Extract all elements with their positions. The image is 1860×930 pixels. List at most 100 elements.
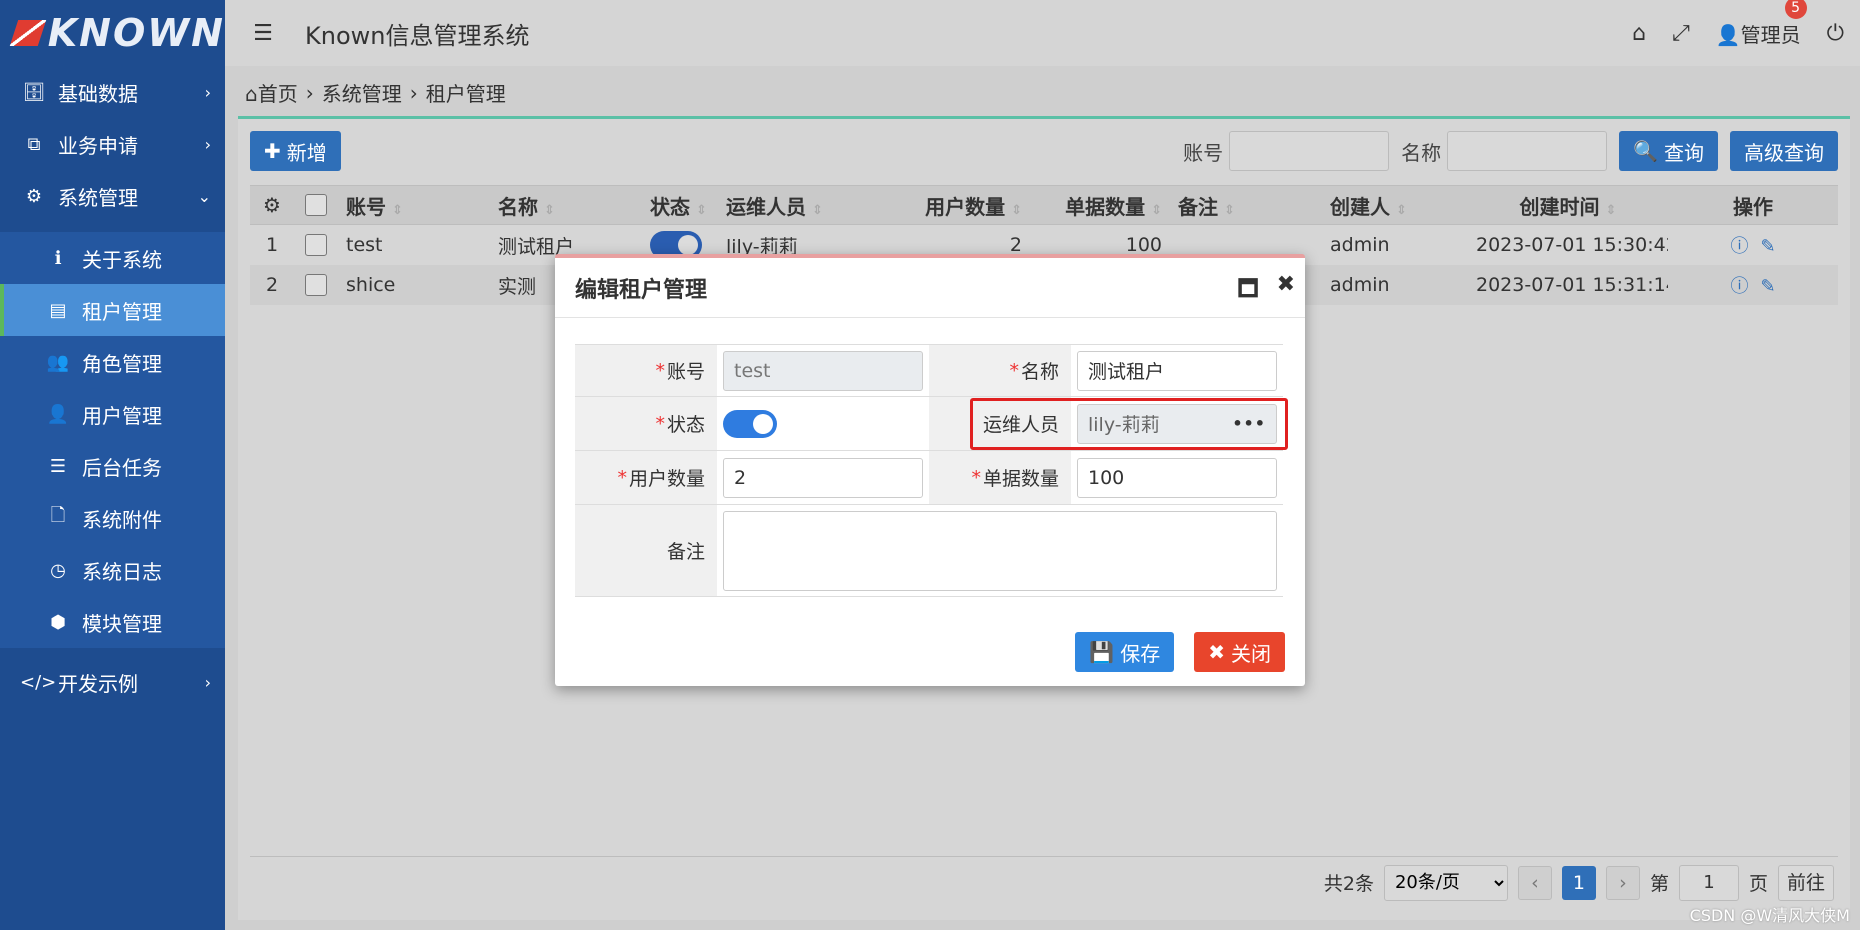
column-settings-icon[interactable]: ⚙ xyxy=(250,193,294,217)
chevron-down-icon: ⌄ xyxy=(197,186,211,206)
header-users[interactable]: 用户数量 ⇕ xyxy=(890,191,1030,220)
note-textarea[interactable] xyxy=(723,510,1277,591)
power-icon[interactable]: ⏻ xyxy=(1827,21,1844,46)
status-field-label: * 状态 xyxy=(575,397,717,450)
account-field-label: * 账号 xyxy=(575,345,717,396)
chevron-right-icon: › xyxy=(204,82,211,102)
header-label: 名称 xyxy=(498,194,538,219)
row-checkbox[interactable] xyxy=(305,274,327,296)
header-label: 账号 xyxy=(346,194,386,219)
dialog-tools: 🗖 ✖ xyxy=(1238,272,1295,310)
code-icon: </> xyxy=(20,671,57,693)
header-note[interactable]: 备注 ⇕ xyxy=(1170,191,1322,220)
sidebar-item-label: 系统管理 xyxy=(58,185,138,210)
user-icon: 👤 xyxy=(46,403,70,425)
sidebar-item-files[interactable]: 🗋 系统附件 xyxy=(0,492,225,544)
row-checkbox[interactable] xyxy=(305,234,327,256)
save-button[interactable]: 💾 保存 xyxy=(1075,632,1175,672)
add-button[interactable]: ✚ 新增 xyxy=(250,131,341,171)
current-page-button[interactable]: 1 xyxy=(1561,865,1596,900)
sidebar-item-dev-examples[interactable]: </> 开发示例 › xyxy=(0,656,225,708)
sidebar-item-users[interactable]: 👤 用户管理 xyxy=(0,388,225,440)
sidebar-item-about[interactable]: ℹ 关于系统 xyxy=(0,232,225,284)
header-name[interactable]: 名称 ⇕ xyxy=(490,191,642,220)
page-size-select[interactable]: 20条/页 xyxy=(1383,864,1508,901)
goto-button[interactable]: 前往 xyxy=(1777,864,1834,901)
fullscreen-icon[interactable]: ⤢ xyxy=(1672,21,1690,46)
name-field[interactable]: 测试租户 xyxy=(1077,350,1277,391)
label-text: 名称 xyxy=(1020,361,1059,383)
sidebar-item-roles[interactable]: 👥 角色管理 xyxy=(0,336,225,388)
info-icon[interactable]: ⓘ xyxy=(1730,236,1748,257)
home-icon: ⌂ xyxy=(245,82,258,106)
header-status[interactable]: 状态 ⇕ xyxy=(642,191,718,220)
sitemap-icon: ⧉ xyxy=(27,133,41,155)
page-number-input[interactable]: 1 xyxy=(1678,864,1739,901)
sidebar-item-system[interactable]: ⚙ 系统管理 ⌄ xyxy=(0,170,225,222)
name-input[interactable] xyxy=(1447,131,1608,171)
cubes-icon: ⬢ xyxy=(50,611,66,633)
cell-users: 2 xyxy=(1009,234,1022,256)
bills-field[interactable]: 100 xyxy=(1077,457,1277,498)
breadcrumb-section[interactable]: 系统管理 xyxy=(322,78,402,107)
header-creator[interactable]: 创建人 ⇕ xyxy=(1322,191,1468,220)
header-ops[interactable]: 运维人员 ⇕ xyxy=(718,191,890,220)
user-icon: 👤 xyxy=(1715,22,1741,47)
edit-icon[interactable]: ✎ xyxy=(1760,236,1775,257)
sidebar-item-label: 用户管理 xyxy=(82,403,162,428)
account-field-cell: test xyxy=(717,345,929,396)
sort-icon: ⇕ xyxy=(1396,202,1407,218)
home-icon[interactable]: ⌂ xyxy=(1632,21,1646,46)
advanced-query-button[interactable]: 高级查询 xyxy=(1730,131,1838,171)
sidebar-item-logs[interactable]: ◷ 系统日志 xyxy=(0,544,225,596)
close-icon[interactable]: ✖ xyxy=(1277,272,1295,310)
status-toggle[interactable] xyxy=(723,409,777,438)
user-menu[interactable]: 👤管理员 5 xyxy=(1715,0,1807,48)
note-field-cell xyxy=(717,505,1283,596)
ellipsis-icon[interactable]: ••• xyxy=(1232,414,1266,433)
prev-page-button[interactable]: ‹ xyxy=(1517,865,1552,900)
sort-icon: ⇕ xyxy=(544,202,555,218)
header-account[interactable]: 账号 ⇕ xyxy=(338,191,490,220)
close-icon: ✖ xyxy=(1208,640,1225,664)
toolbar: ✚ 新增 账号 名称 🔍 查询 高级查询 xyxy=(250,131,1838,171)
query-button[interactable]: 🔍 查询 xyxy=(1619,131,1718,171)
select-all-checkbox[interactable] xyxy=(305,194,327,216)
sort-icon: ⇕ xyxy=(1224,202,1235,218)
close-button[interactable]: ✖ 关闭 xyxy=(1194,632,1285,672)
pagination: 共2条 20条/页 ‹ 1 › 第 1 页 前往 xyxy=(250,856,1838,908)
header-label: 备注 xyxy=(1178,194,1218,219)
header-bills[interactable]: 单据数量 ⇕ xyxy=(1030,191,1170,220)
ops-field-cell: lily-莉莉 ••• xyxy=(1071,397,1283,450)
sidebar-item-tenant[interactable]: ▤ 租户管理 xyxy=(0,284,225,336)
ops-field-label: 运维人员 xyxy=(929,397,1071,450)
cell-account: test xyxy=(346,234,383,256)
database-icon: 🗄 xyxy=(22,81,46,103)
form-row: * 用户数量 2 * 单据数量 100 xyxy=(575,451,1283,505)
sidebar-item-business[interactable]: ⧉ 业务申请 › xyxy=(0,118,225,170)
save-icon: 💾 xyxy=(1089,640,1115,664)
edit-icon[interactable]: ✎ xyxy=(1760,276,1775,297)
query-button-label: 查询 xyxy=(1664,140,1704,165)
sidebar-item-label: 租户管理 xyxy=(82,299,162,324)
sidebar-item-modules[interactable]: ⬢ 模块管理 xyxy=(0,596,225,648)
sidebar-item-tasks[interactable]: ☰ 后台任务 xyxy=(0,440,225,492)
sidebar-item-basic-data[interactable]: 🗄 基础数据 › xyxy=(0,66,225,118)
ops-picker[interactable]: lily-莉莉 ••• xyxy=(1077,403,1277,444)
chevron-right-icon: › xyxy=(409,80,418,105)
gears-icon: ⚙ xyxy=(25,185,43,207)
users-field[interactable]: 2 xyxy=(723,457,923,498)
menu-toggle-icon[interactable]: ☰ xyxy=(233,21,293,46)
header-created[interactable]: 创建时间 ⇕ xyxy=(1468,191,1668,220)
add-button-label: 新增 xyxy=(286,140,327,165)
account-input[interactable] xyxy=(1229,131,1390,171)
breadcrumb-home[interactable]: ⌂首页 xyxy=(245,78,298,107)
maximize-icon[interactable]: 🗖 xyxy=(1238,272,1259,310)
cell-creator: admin xyxy=(1330,234,1390,256)
info-icon[interactable]: ⓘ xyxy=(1730,276,1748,297)
sidebar: KNOWN 🗄 基础数据 › ⧉ 业务申请 › ⚙ 系统管理 ⌄ ℹ 关于系统 … xyxy=(0,0,225,930)
page-prefix: 第 xyxy=(1649,873,1669,895)
cell-creator: admin xyxy=(1330,274,1390,296)
header-label: 单据数量 xyxy=(1065,194,1146,219)
next-page-button[interactable]: › xyxy=(1605,865,1640,900)
